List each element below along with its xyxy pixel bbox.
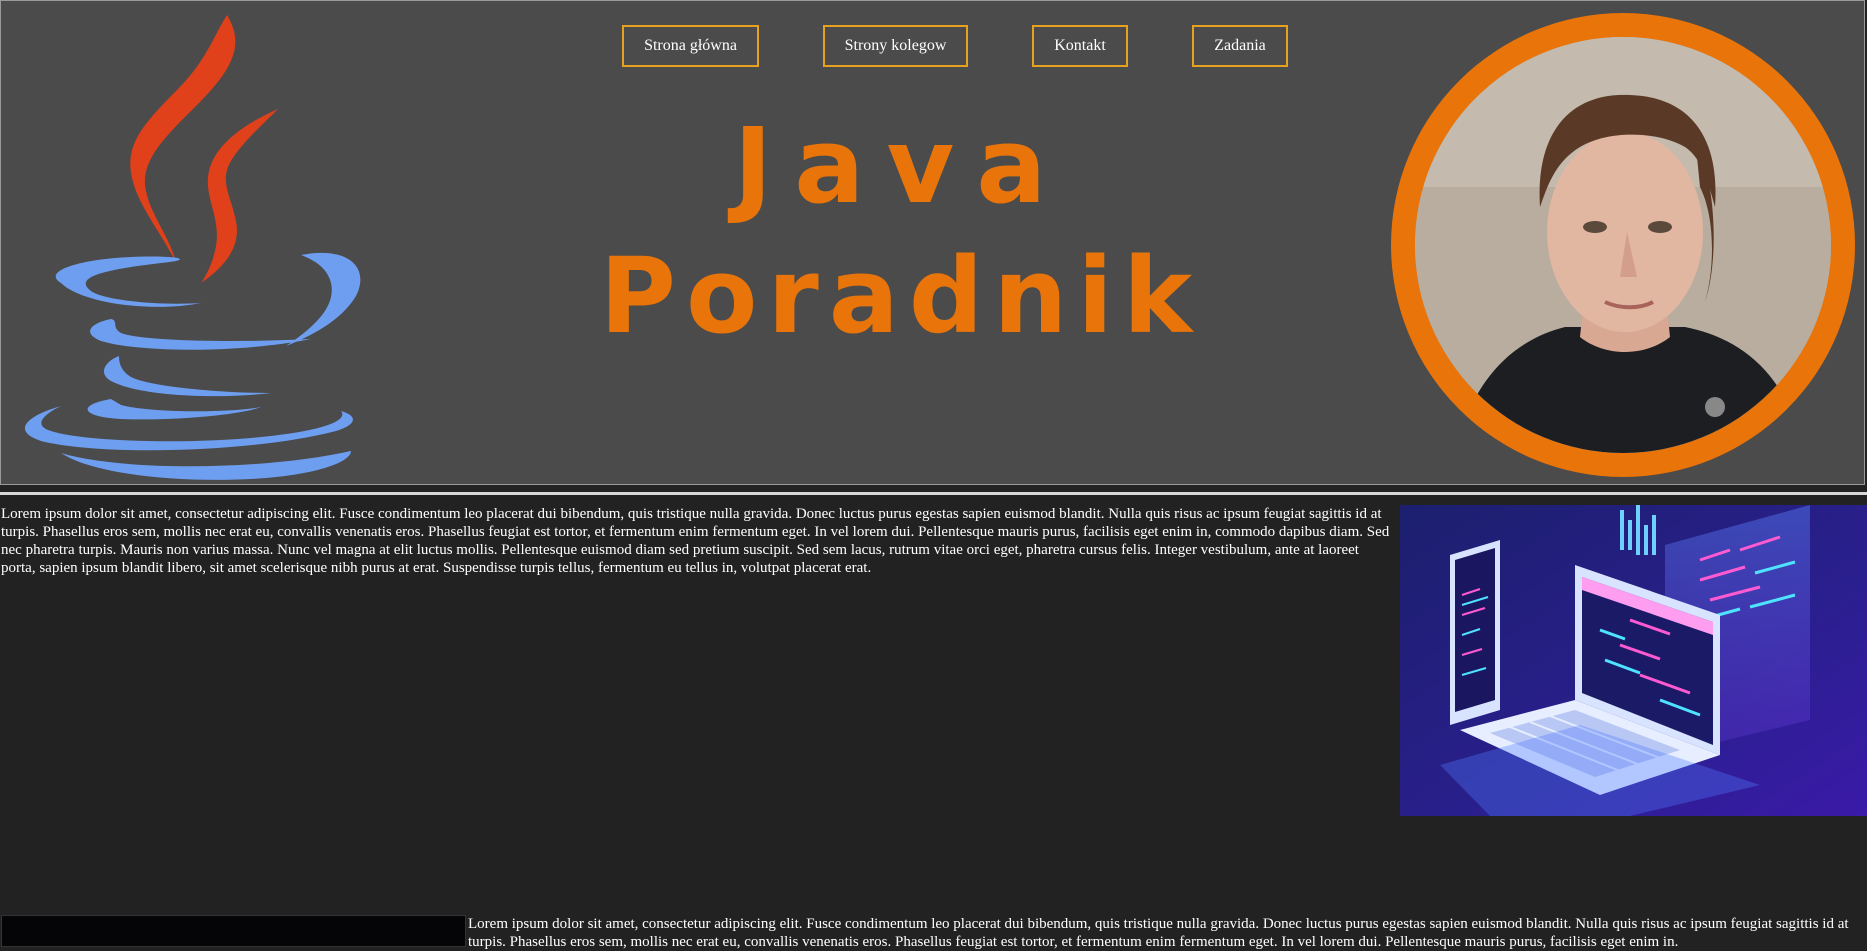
paragraph-2: Lorem ipsum dolor sit amet, consectetur …	[468, 916, 1849, 950]
page-title: Java Poradnik	[581, 101, 1221, 361]
java-logo-icon	[24, 15, 361, 480]
laptop-illustration-icon	[1400, 505, 1867, 816]
nav-friends-pages-button[interactable]: Strony kolegow	[823, 25, 968, 67]
nav-tasks-button[interactable]: Zadania	[1192, 25, 1288, 67]
profile-photo-icon	[1415, 37, 1831, 453]
divider	[0, 492, 1867, 495]
paragraph-1: Lorem ipsum dolor sit amet, consectetur …	[1, 506, 1390, 576]
nav-home-button[interactable]: Strona główna	[622, 25, 759, 67]
avatar	[1391, 13, 1855, 477]
code-screen-illustration-icon	[1, 915, 466, 947]
site-header: Strona główna Strony kolegow Kontakt Zad…	[0, 0, 1865, 485]
title-line-1: Java	[733, 105, 1069, 227]
content-section-2: Lorem ipsum dolor sit amet, consectetur …	[0, 915, 1867, 950]
title-line-2: Poradnik	[599, 235, 1203, 357]
nav-contact-button[interactable]: Kontakt	[1032, 25, 1128, 67]
